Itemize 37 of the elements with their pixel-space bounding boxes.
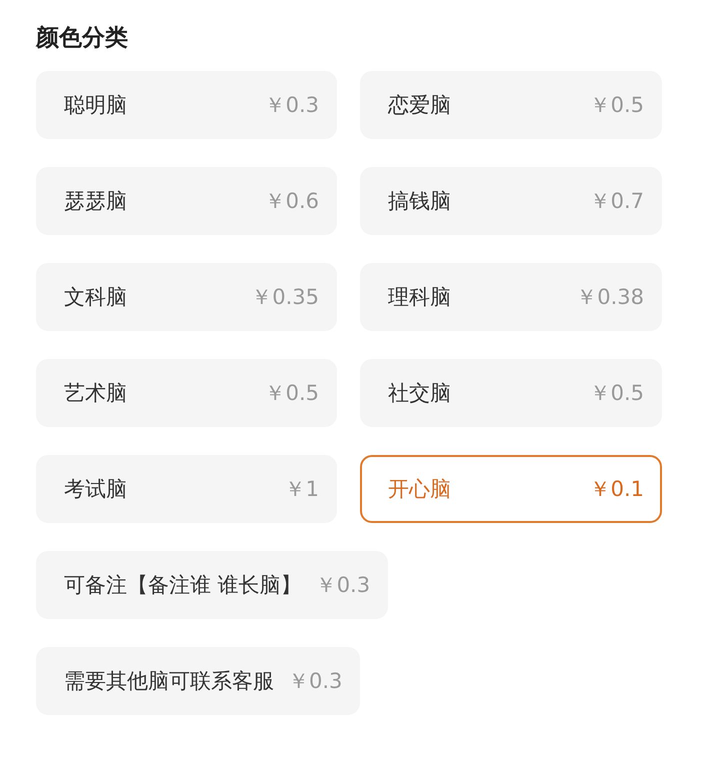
option-label: 瑟瑟脑 (64, 188, 127, 215)
option-label: 理科脑 (388, 284, 451, 311)
option-label: 开心脑 (388, 476, 451, 503)
option-price: ￥1 (284, 476, 319, 503)
option-card[interactable]: 开心脑 ￥0.1 (360, 455, 662, 523)
option-label: 社交脑 (388, 380, 451, 407)
option-card[interactable]: 恋爱脑 ￥0.5 (360, 71, 662, 139)
option-price: ￥0.5 (590, 92, 644, 119)
option-price: ￥0.7 (590, 188, 644, 215)
option-price: ￥0.1 (590, 476, 644, 503)
option-price: ￥0.3 (316, 572, 370, 599)
option-price: ￥0.5 (264, 380, 319, 407)
option-label: 聪明脑 (64, 92, 127, 119)
option-price: ￥0.38 (576, 284, 644, 311)
option-card[interactable]: 考试脑 ￥1 (36, 455, 337, 523)
option-card[interactable]: 搞钱脑 ￥0.7 (360, 167, 662, 235)
option-label: 恋爱脑 (388, 92, 451, 119)
option-card[interactable]: 瑟瑟脑 ￥0.6 (36, 167, 337, 235)
option-price: ￥0.5 (590, 380, 644, 407)
option-card[interactable]: 需要其他脑可联系客服 ￥0.3 (36, 647, 360, 715)
option-label: 搞钱脑 (388, 188, 451, 215)
option-label: 可备注【备注谁 谁长脑】 (64, 572, 302, 599)
option-price: ￥0.3 (264, 92, 319, 119)
option-card[interactable]: 可备注【备注谁 谁长脑】 ￥0.3 (36, 551, 388, 619)
option-price: ￥0.6 (264, 188, 319, 215)
option-label: 考试脑 (64, 476, 127, 503)
option-card[interactable]: 理科脑 ￥0.38 (360, 263, 662, 331)
option-card[interactable]: 社交脑 ￥0.5 (360, 359, 662, 427)
option-card[interactable]: 艺术脑 ￥0.5 (36, 359, 337, 427)
option-card[interactable]: 文科脑 ￥0.35 (36, 263, 337, 331)
option-price: ￥0.35 (251, 284, 319, 311)
section-title: 颜色分类 (36, 24, 129, 53)
option-card[interactable]: 聪明脑 ￥0.3 (36, 71, 337, 139)
option-label: 艺术脑 (64, 380, 127, 407)
option-label: 文科脑 (64, 284, 127, 311)
option-price: ￥0.3 (288, 668, 342, 695)
option-label: 需要其他脑可联系客服 (64, 668, 274, 695)
